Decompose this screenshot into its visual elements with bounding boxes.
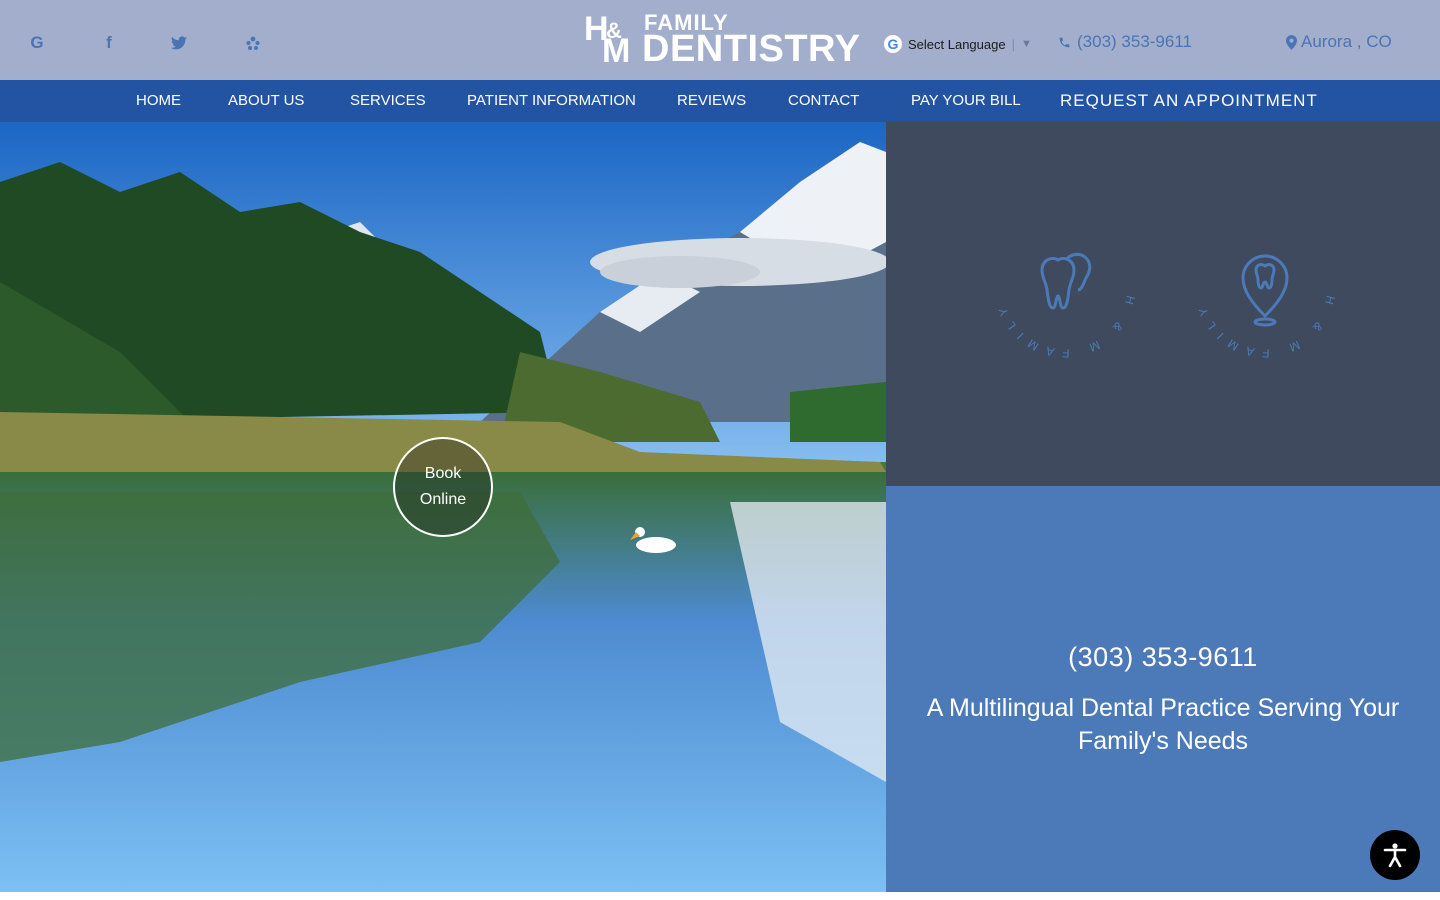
accessibility-icon — [1383, 843, 1407, 868]
nav-contact[interactable]: CONTACT — [788, 80, 859, 122]
language-selector[interactable]: G Select Language | ▼ — [884, 34, 1032, 54]
nav-patient-information[interactable]: PATIENT INFORMATION — [467, 80, 636, 122]
book-online-button[interactable]: Book Online — [393, 437, 493, 537]
header-location-text: Aurora , CO — [1301, 32, 1392, 51]
facebook-icon[interactable]: f — [100, 32, 118, 54]
badge-panel: H & M FAMILY DENTISTRY H & M FAMILY DENT… — [886, 122, 1440, 486]
badge-tooth-pin: H & M FAMILY DENTISTRY — [1182, 201, 1340, 362]
yelp-icon[interactable] — [244, 32, 262, 54]
nav-request-appointment[interactable]: REQUEST AN APPOINTMENT — [1060, 80, 1318, 122]
tooth-pin-icon — [1241, 254, 1289, 327]
teeth-icon — [1040, 252, 1092, 310]
promo-phone-link[interactable]: (303) 353-9611 — [886, 642, 1440, 673]
badge-ring-text: H & M FAMILY DENTISTRY — [990, 212, 1138, 360]
promo-panel: (303) 353-9611 A Multilingual Dental Pra… — [886, 486, 1440, 892]
google-translate-icon: G — [884, 35, 902, 53]
language-selector-label: Select Language — [908, 36, 1006, 52]
nav-home[interactable]: HOME — [136, 80, 181, 122]
logo-word-dentistry: DENTISTRY — [642, 28, 861, 70]
map-pin-icon — [1286, 34, 1297, 50]
google-icon[interactable]: G — [28, 32, 46, 54]
hero-image: Book Online — [0, 122, 886, 892]
top-header: G f H & M FAMILY DENTISTRY G Select Lang… — [0, 0, 1440, 80]
header-phone-link[interactable]: (303) 353-9611 — [1058, 32, 1192, 52]
language-selector-separator: | — [1011, 36, 1015, 52]
book-online-line2: Online — [419, 491, 467, 508]
nav-reviews[interactable]: REVIEWS — [677, 80, 746, 122]
header-location: Aurora , CO — [1286, 32, 1392, 52]
header-phone-text: (303) 353-9611 — [1077, 32, 1192, 51]
accessibility-button[interactable] — [1370, 830, 1420, 880]
phone-icon — [1059, 37, 1070, 47]
promo-tagline: A Multilingual Dental Practice Serving Y… — [926, 694, 1400, 755]
twitter-icon[interactable] — [170, 32, 188, 54]
book-online-line1: Book — [424, 465, 462, 482]
nav-pay-your-bill[interactable]: PAY YOUR BILL — [911, 80, 1021, 122]
chevron-down-icon: ▼ — [1020, 38, 1032, 50]
logo-monogram-m: M — [602, 32, 631, 70]
footer-strip — [0, 892, 1440, 900]
nav-services[interactable]: SERVICES — [350, 80, 426, 122]
nav-about-us[interactable]: ABOUT US — [228, 80, 304, 122]
site-logo[interactable]: H & M FAMILY DENTISTRY — [584, 10, 860, 70]
badge-teeth: H & M FAMILY DENTISTRY — [982, 201, 1140, 362]
main-nav: HOME ABOUT US SERVICES PATIENT INFORMATI… — [0, 80, 1440, 122]
